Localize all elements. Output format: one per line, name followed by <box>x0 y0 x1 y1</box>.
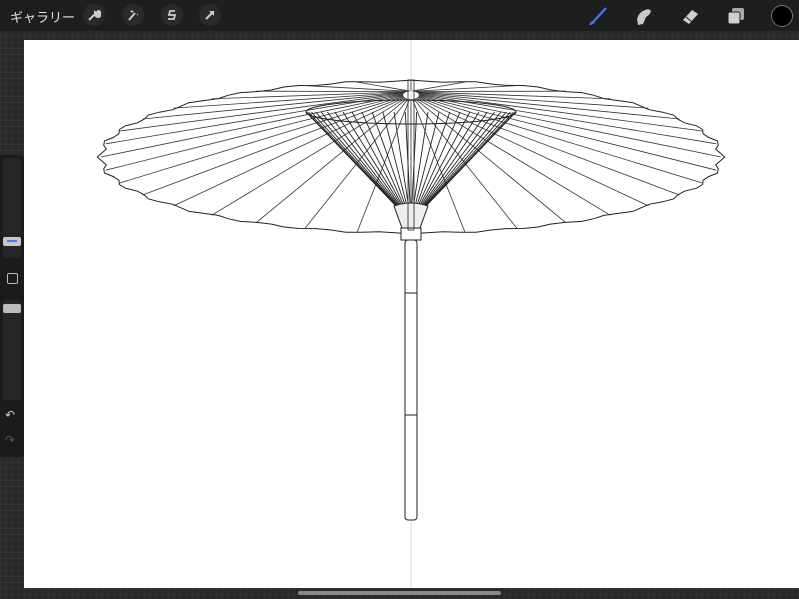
eraser-button[interactable] <box>677 3 703 29</box>
brush-button[interactable] <box>585 3 611 29</box>
undo-icon[interactable]: ↶ <box>5 408 15 422</box>
gallery-button[interactable]: ギャラリー <box>10 7 75 26</box>
canopy-rib <box>100 94 404 158</box>
adjustments-button[interactable] <box>122 4 144 26</box>
brush-size-handle[interactable] <box>3 237 21 246</box>
canopy-rib <box>415 97 611 216</box>
stretcher-rib <box>311 111 398 207</box>
magic-wand-icon <box>128 10 139 21</box>
color-picker-button[interactable] <box>771 5 793 27</box>
selection-icon <box>167 10 177 20</box>
umbrella-shaft <box>404 239 418 521</box>
wrench-icon <box>88 9 101 21</box>
stretcher-rib <box>424 111 507 207</box>
transform-button[interactable] <box>199 4 221 26</box>
top-toolbar: ギャラリー <box>0 0 799 31</box>
selection-button[interactable] <box>161 4 183 26</box>
eraser-icon <box>683 10 698 24</box>
stretcher-rib <box>421 111 488 207</box>
stretcher-rib <box>424 111 511 207</box>
modify-button[interactable] <box>7 273 18 284</box>
smudge-button[interactable] <box>631 3 657 29</box>
brush-sidebar: ↶ ↷ <box>0 155 24 457</box>
stretcher-rib <box>422 111 495 207</box>
drawing-canvas[interactable] <box>24 40 799 588</box>
transform-arrow-icon <box>205 11 214 20</box>
umbrella-drawing <box>96 40 726 588</box>
actions-button[interactable] <box>83 4 105 26</box>
home-indicator <box>298 591 501 595</box>
stretcher-rib <box>315 111 398 207</box>
layers-button[interactable] <box>723 3 749 29</box>
canopy-rib <box>211 97 407 216</box>
stretcher-rib <box>334 111 401 207</box>
stretcher-rib <box>327 111 400 207</box>
opacity-slider[interactable] <box>3 300 21 400</box>
canopy-rib <box>417 96 680 196</box>
redo-icon[interactable]: ↷ <box>5 433 15 447</box>
canopy-rib <box>418 94 722 158</box>
brush-icon <box>589 7 607 25</box>
smudge-icon <box>637 9 651 25</box>
runner <box>393 202 429 229</box>
canopy-rib <box>173 97 406 207</box>
layers-icon <box>727 8 744 25</box>
canopy-rib <box>416 97 649 207</box>
canopy-rib <box>418 95 717 171</box>
opacity-handle[interactable] <box>3 304 21 313</box>
canopy-rib <box>142 96 405 196</box>
canopy-rib <box>105 95 404 171</box>
